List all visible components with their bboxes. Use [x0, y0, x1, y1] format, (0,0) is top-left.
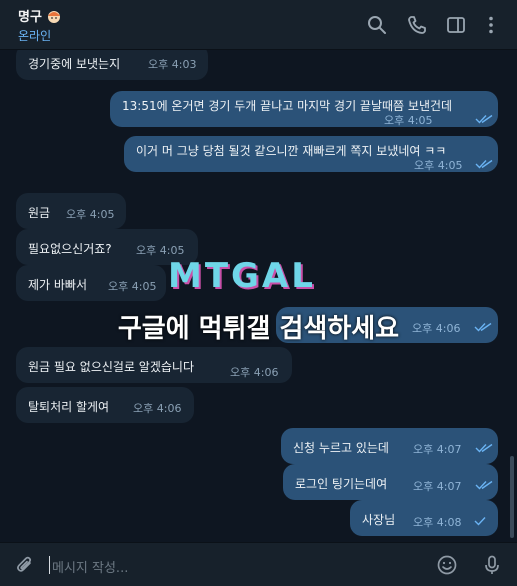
- read-check-icon: [474, 517, 486, 526]
- watermark-text: 구글에 먹튀갤 검색하세요: [117, 314, 400, 344]
- chat-header: 명구 온라인: [0, 0, 517, 50]
- peer-status: 온라인: [18, 29, 52, 43]
- message-time: 오후 4:08: [413, 516, 462, 529]
- message-time: 오후 4:07: [413, 480, 462, 493]
- search-icon[interactable]: [366, 14, 388, 36]
- message-time: 오후 4:06: [230, 366, 279, 379]
- message-input[interactable]: 메시지 작성...: [52, 557, 128, 576]
- read-check-icon: [475, 480, 493, 490]
- phone-icon[interactable]: [406, 14, 428, 36]
- mic-icon[interactable]: [481, 554, 503, 576]
- message-time: 오후 4:05: [414, 159, 463, 172]
- read-check-icon: [475, 159, 493, 169]
- more-icon[interactable]: [480, 14, 502, 36]
- peer-name[interactable]: 명구: [18, 6, 62, 25]
- avatar-emoji-icon: [47, 10, 60, 23]
- message-time: 오후 4:06: [133, 402, 182, 415]
- message-time: 오후 4:03: [148, 58, 197, 71]
- message-incoming[interactable]: 탈퇴처리 할게여 오후 4:06: [16, 387, 194, 423]
- watermark-logo: MTGAL: [168, 256, 316, 296]
- read-check-icon: [475, 443, 493, 453]
- message-incoming[interactable]: 원금 필요 없으신걸로 알겠습니다 오후 4:06: [16, 347, 292, 383]
- message-outgoing[interactable]: 신청 누르고 있는데 오후 4:07: [281, 428, 498, 464]
- message-outgoing[interactable]: 이거 머 그냥 당첨 될것 같으니깐 재빠르게 쪽지 보냈네여 ㅋㅋ 오후 4:…: [124, 136, 498, 172]
- message-time: 오후 4:05: [66, 208, 115, 221]
- sidebar-toggle-icon[interactable]: [445, 14, 467, 36]
- attach-icon[interactable]: [14, 554, 36, 576]
- text-caret: [49, 556, 50, 574]
- message-time: 오후 4:07: [413, 443, 462, 456]
- message-incoming[interactable]: 경기중에 보냇는지 오후 4:03: [16, 50, 208, 80]
- message-composer: 메시지 작성...: [0, 542, 517, 586]
- message-outgoing[interactable]: 13:51에 온거면 경기 두개 끝나고 마지막 경기 끝날때쯤 보낸건데 오후…: [110, 91, 498, 127]
- scrollbar[interactable]: [510, 456, 514, 538]
- read-check-icon: [475, 114, 493, 124]
- message-time: 오후 4:05: [384, 114, 433, 127]
- emoji-icon[interactable]: [436, 554, 458, 576]
- message-incoming[interactable]: 제가 바빠서 오후 4:05: [16, 265, 166, 301]
- message-time: 오후 4:05: [108, 280, 157, 293]
- message-outgoing[interactable]: 로그인 팅기는데여 오후 4:07: [283, 464, 498, 500]
- message-outgoing[interactable]: 사장님 오후 4:08: [350, 500, 498, 536]
- message-incoming[interactable]: 원금 오후 4:05: [16, 193, 126, 229]
